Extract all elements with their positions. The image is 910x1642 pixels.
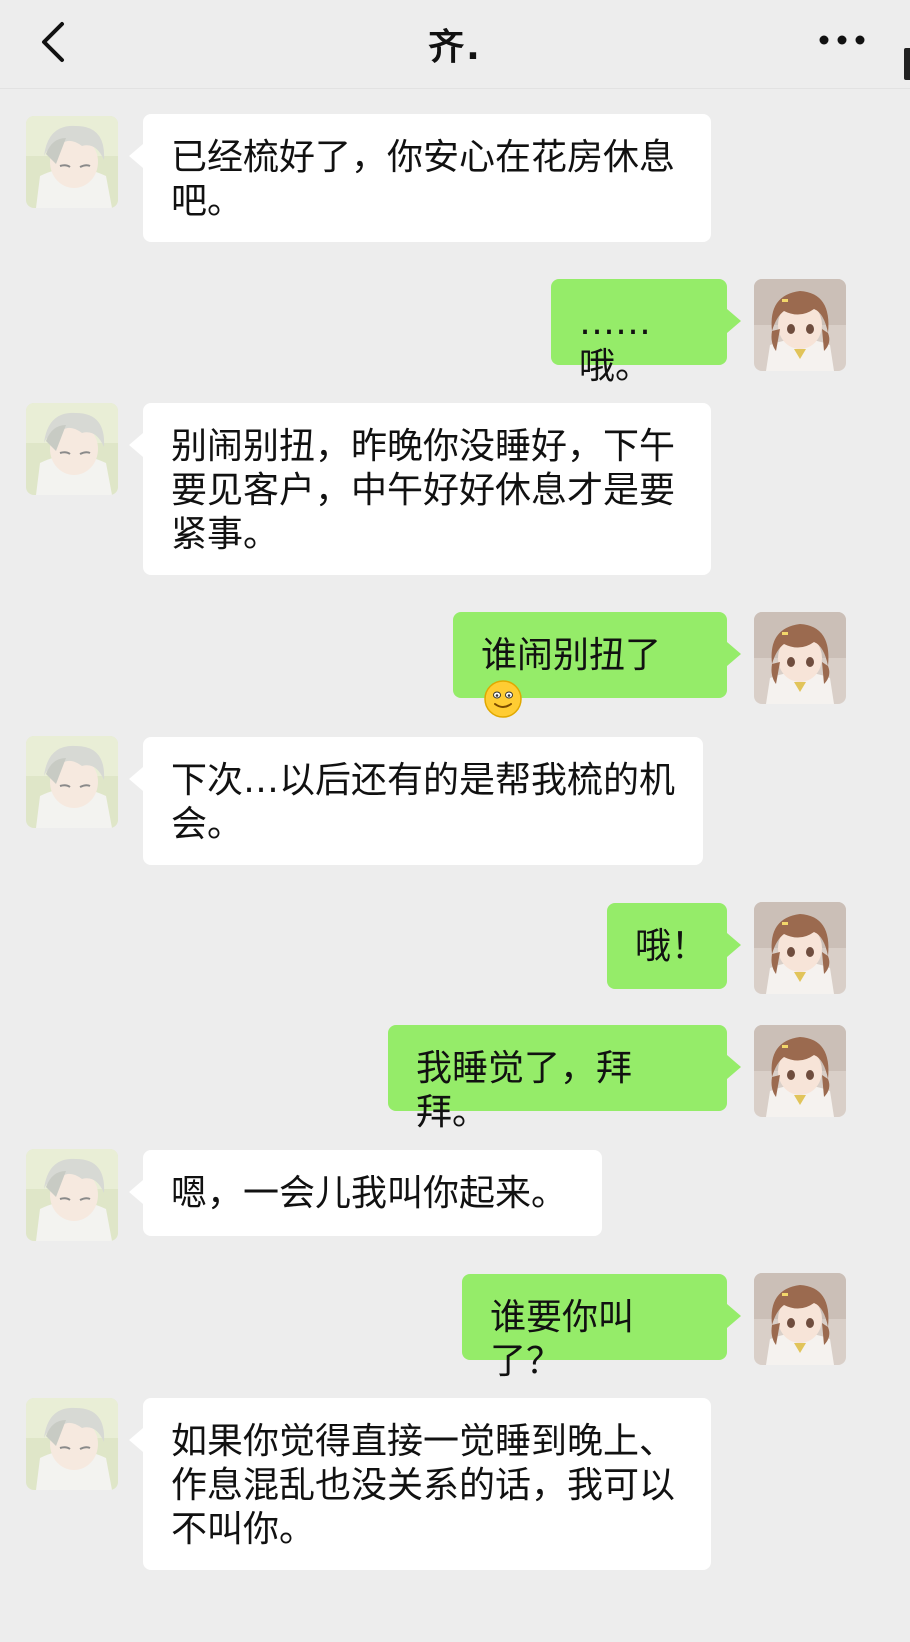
female-avatar-icon (754, 1273, 846, 1365)
avatar-male[interactable] (26, 736, 118, 828)
smiley-emoji-icon (484, 680, 522, 718)
avatar-male[interactable] (26, 403, 118, 495)
message-bubble-outgoing[interactable]: 谁要你叫了？ (462, 1274, 741, 1382)
message-text: 已经梳好了，你安心在花房休息吧。 (171, 137, 676, 222)
chat-title: 齐. (428, 27, 482, 68)
female-avatar-icon (754, 1025, 846, 1117)
message-bubble-incoming[interactable]: 嗯，一会儿我叫你起来。 (129, 1150, 602, 1236)
message-bubble-outgoing[interactable]: 谁闹别扭了 (453, 612, 741, 718)
female-avatar-icon (754, 279, 846, 371)
avatar-male[interactable] (26, 1149, 118, 1241)
male-avatar-icon (26, 116, 118, 208)
message-text: ……哦。 (579, 302, 652, 387)
more-button[interactable] (816, 20, 872, 68)
male-avatar-icon (26, 403, 118, 495)
avatar-male[interactable] (26, 116, 118, 208)
chat-screen: 齐. 已经梳好了，你安心在花房休息吧。 ……哦。 别闹别扭，昨晚你没睡好，下午要… (0, 0, 910, 1642)
message-text: 谁要你叫了？ (490, 1297, 635, 1382)
message-bubble-incoming[interactable]: 如果你觉得直接一觉睡到晚上、作息混乱也没关系的话，我可以不叫你。 (129, 1398, 711, 1570)
message-bubble-outgoing[interactable]: 哦！ (607, 903, 741, 989)
more-dots-icon (819, 35, 865, 45)
avatar-male[interactable] (26, 1398, 118, 1490)
female-avatar-icon (754, 902, 846, 994)
message-bubble-incoming[interactable]: 别闹别扭，昨晚你没睡好，下午要见客户，中午好好休息才是要紧事。 (129, 403, 711, 575)
male-avatar-icon (26, 736, 118, 828)
avatar-female[interactable] (754, 1025, 846, 1117)
message-text: 别闹别扭，昨晚你没睡好，下午要见客户，中午好好休息才是要紧事。 (171, 426, 676, 555)
message-bubble-outgoing[interactable]: 我睡觉了，拜拜。 (388, 1025, 741, 1133)
message-bubble-outgoing[interactable]: ……哦。 (551, 279, 741, 387)
avatar-female[interactable] (754, 1273, 846, 1365)
male-avatar-icon (26, 1149, 118, 1241)
edge-marker (904, 48, 910, 80)
message-bubble-incoming[interactable]: 下次…以后还有的是帮我梳的机会。 (129, 737, 703, 865)
avatar-female[interactable] (754, 902, 846, 994)
top-bar: 齐. (0, 0, 910, 89)
male-avatar-icon (26, 1398, 118, 1490)
message-text: 嗯，一会儿我叫你起来。 (171, 1173, 568, 1214)
message-text: 如果你觉得直接一觉睡到晚上、作息混乱也没关系的话，我可以不叫你。 (171, 1421, 676, 1550)
message-text: 哦！ (635, 926, 708, 967)
message-text: 我睡觉了，拜拜。 (416, 1048, 633, 1133)
message-bubble-incoming[interactable]: 已经梳好了，你安心在花房休息吧。 (129, 114, 711, 242)
avatar-female[interactable] (754, 612, 846, 704)
female-avatar-icon (754, 612, 846, 704)
message-text: 下次…以后还有的是帮我梳的机会。 (171, 760, 676, 845)
avatar-female[interactable] (754, 279, 846, 371)
message-text: 谁闹别扭了 (481, 635, 662, 676)
